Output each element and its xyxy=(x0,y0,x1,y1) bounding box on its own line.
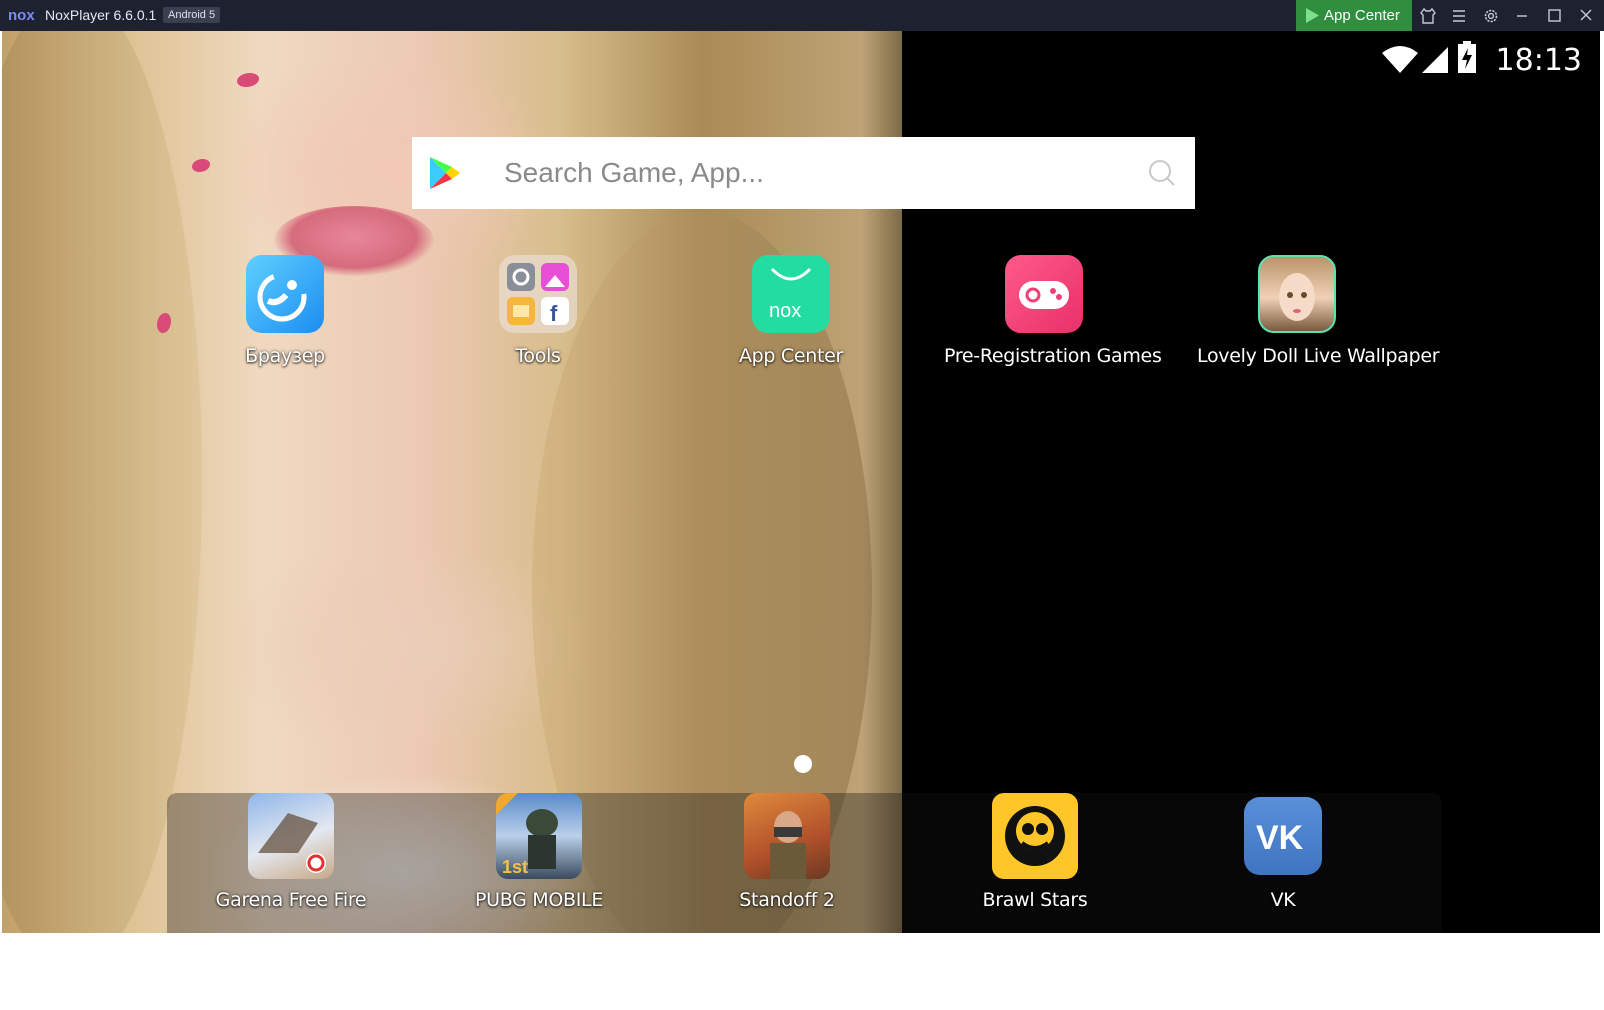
page-indicator-dot xyxy=(794,755,812,773)
svg-text:nox: nox xyxy=(8,7,35,24)
doll-wallpaper-icon xyxy=(1258,255,1336,333)
pubg-icon: 1st xyxy=(496,793,582,879)
svg-text:1st: 1st xyxy=(502,857,528,877)
free-fire-icon xyxy=(248,793,334,879)
nox-app-center-icon: nox xyxy=(752,255,830,333)
app-lovely-doll-wallpaper[interactable]: Lovely Doll Live Wallpaper xyxy=(1197,255,1440,367)
tools-folder-icon: f xyxy=(499,255,577,333)
petal-decor xyxy=(237,73,259,87)
app-center-button[interactable]: App Center xyxy=(1296,0,1412,31)
app-vk[interactable]: VK VK xyxy=(1183,797,1383,911)
app-standoff-2[interactable]: Standoff 2 xyxy=(687,793,887,911)
home-shirt-icon[interactable] xyxy=(1418,6,1438,26)
svg-text:f: f xyxy=(550,301,558,326)
search-icon[interactable] xyxy=(1147,158,1177,188)
app-label: Pre-Registration Games xyxy=(944,345,1162,367)
minimize-icon[interactable] xyxy=(1512,6,1532,26)
app-center-button-label: App Center xyxy=(1324,7,1400,24)
browser-icon xyxy=(246,255,324,333)
battery-charging-icon xyxy=(1458,41,1476,73)
app-browser[interactable]: Браузер xyxy=(185,255,385,367)
svg-text:VK: VK xyxy=(1256,819,1304,857)
app-label: Lovely Doll Live Wallpaper xyxy=(1197,345,1440,367)
search-bar[interactable]: Search Game, App... xyxy=(412,137,1195,209)
app-app-center[interactable]: nox App Center xyxy=(691,255,891,367)
app-label: Brawl Stars xyxy=(982,889,1088,911)
menu-icon[interactable] xyxy=(1449,6,1469,26)
petal-decor xyxy=(192,159,210,172)
app-tools-folder[interactable]: f Tools xyxy=(438,255,638,367)
app-brawl-stars[interactable]: Brawl Stars xyxy=(935,793,1135,911)
gamepad-icon xyxy=(1005,255,1083,333)
app-label: Garena Free Fire xyxy=(215,889,367,911)
window-titlebar: nox NoxPlayer 6.6.0.1 Android 5 App Cent… xyxy=(0,0,1604,31)
app-garena-free-fire[interactable]: Garena Free Fire xyxy=(191,793,391,911)
nox-logo-icon: nox xyxy=(8,7,35,24)
status-bar: 18:13 xyxy=(1382,39,1582,78)
app-label: App Center xyxy=(738,345,844,367)
google-play-icon xyxy=(430,157,460,189)
settings-gear-icon[interactable] xyxy=(1481,6,1501,26)
close-icon[interactable] xyxy=(1576,6,1596,26)
app-label: Браузер xyxy=(245,345,325,367)
android-home-screen: 18:13 Search Game, App... Браузер f Tool… xyxy=(2,31,1600,933)
svg-text:nox: nox xyxy=(769,300,801,322)
app-pre-registration-games[interactable]: Pre-Registration Games xyxy=(944,255,1162,367)
signal-icon xyxy=(1422,47,1448,73)
play-store-icon xyxy=(1306,8,1319,23)
wifi-icon xyxy=(1382,46,1418,73)
app-pubg-mobile[interactable]: 1st PUBG MOBILE xyxy=(439,793,639,911)
app-label: Standoff 2 xyxy=(739,889,835,911)
app-label: VK xyxy=(1270,889,1296,911)
search-placeholder: Search Game, App... xyxy=(504,157,764,188)
app-title: NoxPlayer 6.6.0.1 xyxy=(45,7,157,23)
app-label: PUBG MOBILE xyxy=(474,889,604,911)
status-clock: 18:13 xyxy=(1495,43,1582,78)
brawl-stars-icon xyxy=(992,793,1078,879)
maximize-icon[interactable] xyxy=(1544,6,1564,26)
app-label: Tools xyxy=(515,345,561,367)
standoff-icon xyxy=(744,793,830,879)
android-version-badge: Android 5 xyxy=(163,7,221,23)
vk-icon: VK xyxy=(1244,797,1322,875)
